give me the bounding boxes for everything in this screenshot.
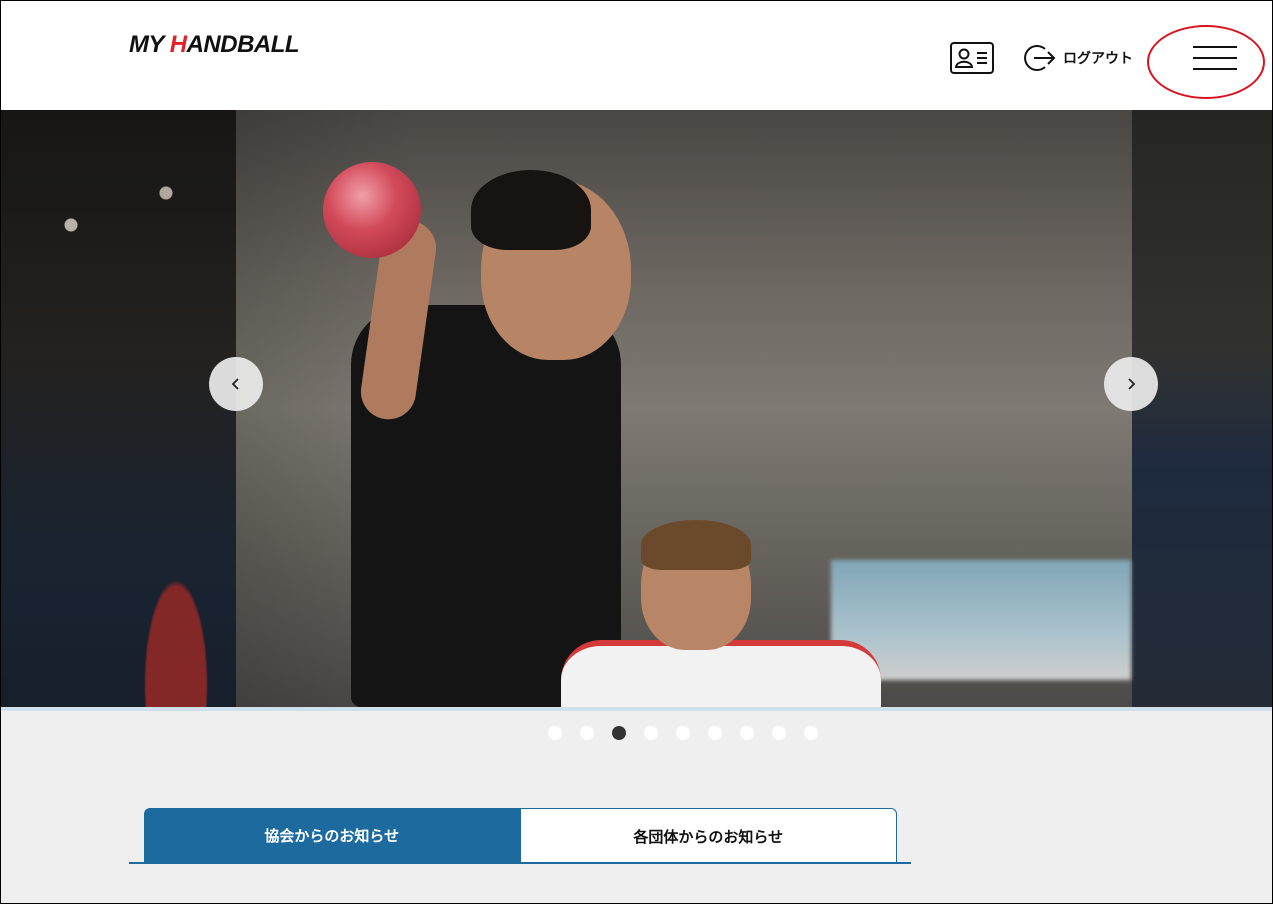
site-header: MY HANDBALL ログアウト (1, 1, 1272, 110)
site-logo[interactable]: MY HANDBALL (129, 31, 300, 59)
carousel-prev-button[interactable] (209, 357, 263, 411)
player-hair (471, 170, 591, 250)
logo-text-prefix: MY (129, 31, 170, 58)
logout-button[interactable]: ログアウト (1023, 43, 1133, 73)
carousel-dot[interactable] (580, 726, 594, 740)
carousel-pagination (548, 726, 818, 740)
member-card-button[interactable] (950, 42, 994, 74)
carousel-slide-previous-peek (1, 110, 236, 707)
defender-hair (641, 520, 751, 570)
tab-organization-notices[interactable]: 各団体からのお知らせ (519, 808, 897, 863)
tab-association-notices[interactable]: 協会からのお知らせ (144, 808, 520, 863)
carousel-divider (1, 707, 1272, 711)
handball (323, 162, 421, 258)
member-card-icon (950, 42, 994, 74)
menu-button[interactable] (1191, 41, 1239, 75)
carousel-dot[interactable] (708, 726, 722, 740)
carousel-dot-active[interactable] (612, 726, 626, 740)
carousel-dot[interactable] (804, 726, 818, 740)
notice-tabs: 協会からのお知らせ 各団体からのお知らせ (144, 808, 897, 863)
hero-carousel[interactable] (1, 110, 1272, 707)
page: MY HANDBALL ログアウト 協会からのお知らせ 各団体からのお知らせ (1, 1, 1272, 903)
chevron-right-icon (1128, 378, 1136, 390)
logout-arrow-icon (1024, 45, 1056, 71)
logout-label: ログアウト (1063, 50, 1133, 66)
carousel-slide-next-peek (1132, 110, 1272, 707)
carousel-dot[interactable] (772, 726, 786, 740)
chevron-left-icon (231, 378, 239, 390)
logo-text-accent: H (169, 31, 187, 58)
tabs-underline (129, 862, 911, 864)
carousel-dot[interactable] (548, 726, 562, 740)
carousel-next-button[interactable] (1104, 357, 1158, 411)
logo-text-suffix: ANDBALL (186, 31, 300, 58)
hamburger-menu-icon (1193, 46, 1237, 70)
defender-jersey (561, 640, 881, 707)
carousel-dot[interactable] (740, 726, 754, 740)
carousel-dot[interactable] (676, 726, 690, 740)
carousel-dot[interactable] (644, 726, 658, 740)
